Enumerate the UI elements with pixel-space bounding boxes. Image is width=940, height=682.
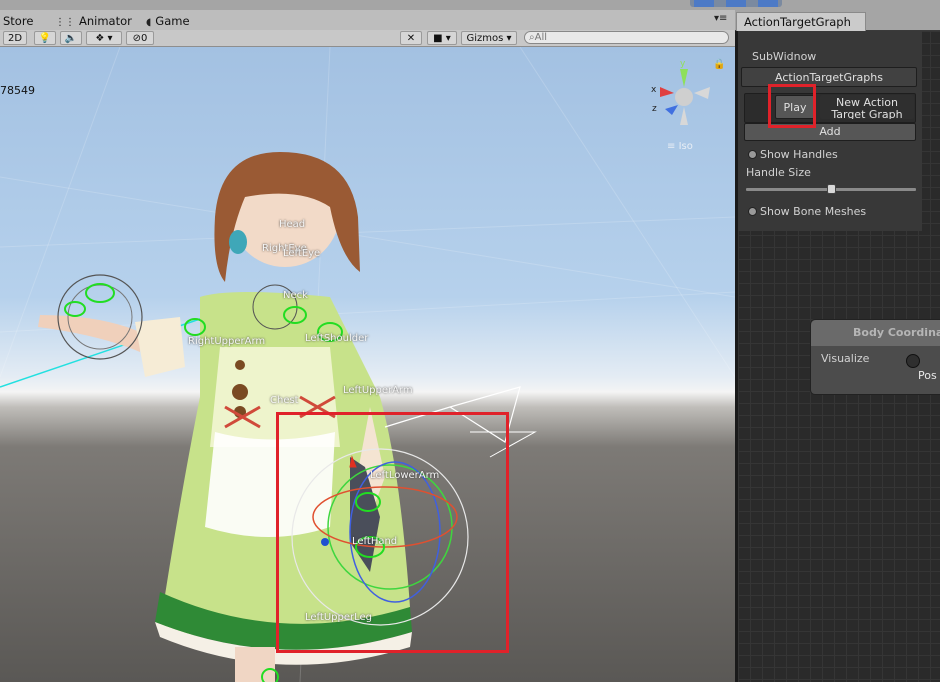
handle-size-label: Handle Size xyxy=(746,166,811,179)
add-button-label: Add xyxy=(819,125,841,138)
node-port-pos[interactable] xyxy=(906,354,920,368)
new-action-target-graph-button[interactable]: New Action Target Graph xyxy=(820,95,914,119)
tab-game-label: Game xyxy=(155,14,190,28)
camera-dropdown-icon[interactable]: ■ ▾ xyxy=(427,31,457,45)
step-icon[interactable] xyxy=(758,0,778,7)
bone-label-neck: Neck xyxy=(283,290,308,301)
subwindow-label: SubWidnow xyxy=(752,50,817,63)
orientation-gizmo[interactable]: y x z xyxy=(651,59,710,125)
tab-game[interactable]: ◖ Game xyxy=(146,13,190,29)
node-port-label: Pos xyxy=(918,369,937,382)
2d-toggle-button[interactable]: 2D xyxy=(3,31,27,45)
tab-action-target-graph-label: ActionTargetGraph xyxy=(744,15,851,29)
play-highlight-box xyxy=(768,84,816,128)
tab-action-target-graph[interactable]: ActionTargetGraph xyxy=(736,12,866,31)
animator-icon: ⋮⋮ xyxy=(55,17,75,28)
node-visualize-label: Visualize xyxy=(821,352,870,365)
tab-animator[interactable]: ⋮⋮ Animator xyxy=(55,13,132,29)
projection-label: Iso xyxy=(678,141,693,152)
scene-highlight-box xyxy=(276,412,509,653)
node-title: Body Coordinate xyxy=(811,320,940,346)
action-target-graph-window: SubWidnow ActionTargetGraphs Play New Ac… xyxy=(735,31,940,682)
handle-size-slider-knob[interactable] xyxy=(827,184,836,194)
scene-toolbar: 2D 💡 🔈 ❖ ▾ ⊘0 ✕ ■ ▾ Gizmos ▾ ⌕All xyxy=(0,30,735,47)
bone-label-chest: Chest xyxy=(270,395,299,406)
effects-dropdown-icon[interactable]: ❖ ▾ xyxy=(86,31,122,45)
bone-label-left-eye: LeftEye xyxy=(283,248,321,259)
hidden-count: 0 xyxy=(141,33,148,44)
bone-label-right-upper-arm: RightUpperArm xyxy=(188,336,266,347)
gizmos-label: Gizmos xyxy=(466,33,504,44)
tools-icon[interactable]: ✕ xyxy=(400,31,422,45)
play-icon[interactable] xyxy=(694,0,714,7)
tab-animator-label: Animator xyxy=(79,14,132,28)
audio-toggle-icon[interactable]: 🔈 xyxy=(60,31,82,45)
bone-label-left-upper-arm: LeftUpperArm xyxy=(343,385,413,396)
gizmo-y-label: y xyxy=(680,59,686,69)
coordinate-readout: 78549 xyxy=(0,84,35,97)
search-placeholder: All xyxy=(534,32,548,43)
lock-icon: 🔒 xyxy=(713,58,725,70)
graph-inspector: SubWidnow ActionTargetGraphs Play New Ac… xyxy=(738,31,922,231)
eye-off-icon: ⊘ xyxy=(132,33,141,44)
new-action-target-graph-label: New Action Target Graph xyxy=(831,96,903,120)
playmode-controls[interactable] xyxy=(690,0,782,7)
hidden-objects-button[interactable]: ⊘0 xyxy=(126,31,154,45)
bone-label-left-shoulder: LeftShoulder xyxy=(305,333,369,344)
lighting-toggle-icon[interactable]: 💡 xyxy=(34,31,56,45)
gizmo-x-label: x xyxy=(651,85,657,95)
scene-search-input[interactable]: ⌕All xyxy=(524,31,729,44)
graph-dropdown-label: ActionTargetGraphs xyxy=(775,71,883,84)
gizmos-dropdown[interactable]: Gizmos ▾ xyxy=(461,31,517,45)
show-handles-label: Show Handles xyxy=(760,148,838,161)
projection-toggle[interactable]: ≡ Iso xyxy=(667,141,693,152)
bone-label-head: Head xyxy=(279,219,306,230)
gizmo-z-label: z xyxy=(652,104,657,114)
body-coordinate-node[interactable]: Body Coordinate Visualize Pos xyxy=(810,319,940,395)
tab-store[interactable]: Store xyxy=(3,13,33,29)
tab-menu-icon[interactable]: ▾≡ xyxy=(714,13,727,24)
pause-icon[interactable] xyxy=(726,0,746,7)
game-icon: ◖ xyxy=(146,17,152,28)
show-bone-meshes-toggle[interactable] xyxy=(748,207,757,216)
show-handles-toggle[interactable] xyxy=(748,150,757,159)
tab-store-label: Store xyxy=(3,14,34,28)
show-bone-meshes-label: Show Bone Meshes xyxy=(760,205,867,218)
